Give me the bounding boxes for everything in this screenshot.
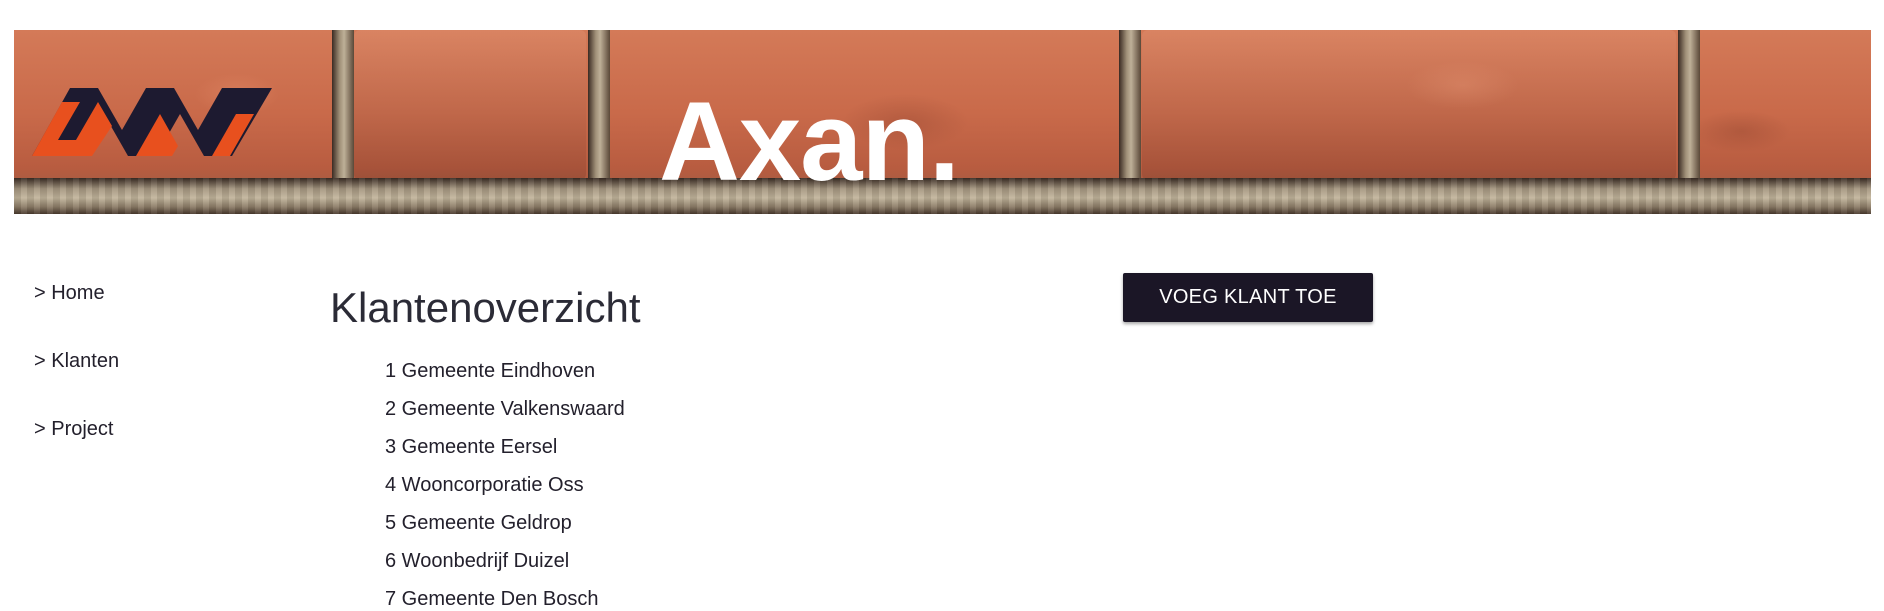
brick	[354, 30, 586, 180]
sidebar-item-project[interactable]: > Project	[34, 418, 119, 440]
page: Axan. > Home > Klanten > Project Klanten…	[0, 0, 1884, 611]
client-list-item[interactable]: 7 Gemeente Den Bosch	[385, 580, 625, 611]
client-list-item[interactable]: 3 Gemeente Eersel	[385, 428, 625, 466]
client-list-item[interactable]: 2 Gemeente Valkenswaard	[385, 390, 625, 428]
axan-logo-icon	[32, 88, 272, 156]
brick-mortar	[1119, 30, 1141, 192]
brick-mortar	[1678, 30, 1700, 192]
brand-title: Axan.	[659, 79, 960, 204]
sidebar-item-home[interactable]: > Home	[34, 282, 119, 304]
brick-mortar	[588, 30, 610, 192]
header-banner: Axan.	[14, 30, 1871, 214]
sidebar-item-klanten[interactable]: > Klanten	[34, 350, 119, 372]
client-list-item[interactable]: 4 Wooncorporatie Oss	[385, 466, 625, 504]
page-title: Klantenoverzicht	[330, 284, 641, 331]
sidebar-nav: > Home > Klanten > Project	[34, 282, 119, 486]
client-list-item[interactable]: 6 Woonbedrijf Duizel	[385, 542, 625, 580]
brick	[1142, 30, 1676, 180]
client-list-item[interactable]: 5 Gemeente Geldrop	[385, 504, 625, 542]
add-client-button[interactable]: VOEG KLANT TOE	[1123, 273, 1373, 322]
brick-mortar	[332, 30, 354, 192]
client-list-item[interactable]: 1 Gemeente Eindhoven	[385, 352, 625, 390]
client-list: 1 Gemeente Eindhoven 2 Gemeente Valkensw…	[385, 352, 625, 611]
